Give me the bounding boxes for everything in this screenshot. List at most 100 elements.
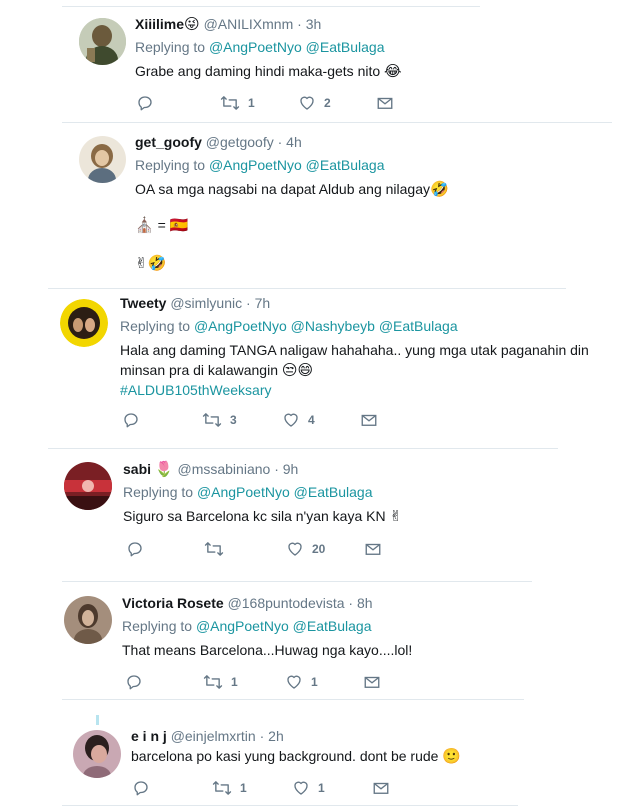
tweet-emoji: 😒😄 (281, 361, 314, 379)
retweet-button[interactable]: 3 (202, 410, 237, 430)
tweet-body: OA sa mga nagsabi na dapat Aldub ang nil… (135, 181, 430, 197)
reply-icon (134, 781, 148, 796)
hashtag-link[interactable]: #ALDUB105thWeeksary (120, 382, 271, 398)
like-count: 1 (318, 781, 325, 795)
mention-link[interactable]: @EatBulaga (294, 484, 373, 500)
tweet-emoji: 😂 (384, 62, 402, 80)
retweet-button[interactable]: 1 (220, 93, 255, 113)
separator-dot: · (259, 728, 265, 744)
mention-link[interactable]: @AngPoetNyo (209, 157, 302, 173)
user-handle[interactable]: @168puntodevista (228, 595, 345, 611)
user-handle[interactable]: @mssabiniano (177, 461, 270, 477)
dm-button[interactable] (364, 539, 382, 559)
tweet[interactable]: sabi 🌷 @mssabiniano · 9h Replying to @An… (0, 448, 630, 581)
replying-to: Replying to @AngPoetNyo @Nashybeyb @EatB… (120, 317, 610, 335)
retweet-count: 1 (248, 96, 255, 110)
dm-button[interactable] (372, 778, 390, 798)
retweet-button[interactable] (204, 539, 232, 559)
reply-icon (138, 96, 152, 111)
user-name[interactable]: e i n j (131, 728, 167, 744)
retweet-count: 1 (240, 781, 247, 795)
envelope-icon (377, 97, 393, 109)
retweet-button[interactable]: 1 (212, 778, 247, 798)
heart-icon (287, 675, 301, 689)
replying-to: Replying to @AngPoetNyo @EatBulaga (135, 156, 605, 174)
mention-link[interactable]: @EatBulaga (306, 39, 385, 55)
replying-label: Replying to (135, 39, 206, 55)
like-button[interactable]: 20 (286, 539, 325, 559)
separator-dot: · (348, 595, 354, 611)
tweet-actions: 20 (126, 539, 396, 559)
tweet-emoji: 🤣 (430, 180, 449, 198)
tweet-actions: 1 1 (132, 778, 402, 798)
tweet-text: barcelona po kasi yung background. dont … (131, 746, 611, 766)
retweet-count: 1 (231, 675, 238, 689)
avatar[interactable] (60, 299, 108, 347)
mention-link[interactable]: @AngPoetNyo (196, 618, 289, 634)
user-name[interactable]: Victoria Rosete (122, 595, 224, 611)
tweet[interactable]: e i n j @einjelmxrtin · 2h barcelona po … (0, 699, 630, 805)
avatar[interactable] (73, 730, 121, 778)
like-count: 20 (312, 542, 326, 556)
like-count: 1 (311, 675, 318, 689)
timestamp[interactable]: 2h (268, 728, 284, 744)
user-name[interactable]: get_goofy (135, 134, 202, 150)
like-button[interactable]: 1 (285, 672, 318, 692)
reply-icon (128, 542, 142, 557)
dm-button[interactable] (376, 93, 394, 113)
user-handle[interactable]: @einjelmxrtin (171, 728, 256, 744)
avatar[interactable] (79, 136, 126, 183)
mention-link[interactable]: @EatBulaga (293, 618, 372, 634)
avatar[interactable] (79, 18, 126, 65)
timestamp[interactable]: 3h (306, 16, 322, 32)
user-handle[interactable]: @simlyunic (170, 295, 242, 311)
timestamp[interactable]: 8h (357, 595, 373, 611)
tweet-emoji: ✌ (389, 507, 403, 525)
mention-link[interactable]: @AngPoetNyo (209, 39, 302, 55)
user-handle[interactable]: @getgoofy (206, 134, 274, 150)
reply-button[interactable] (125, 672, 143, 692)
heart-icon (288, 542, 302, 556)
tweet[interactable]: get_goofy @getgoofy · 4h Replying to @An… (0, 122, 630, 288)
reply-button[interactable] (122, 410, 140, 430)
mention-link[interactable]: @EatBulaga (306, 157, 385, 173)
reply-button[interactable] (126, 539, 144, 559)
timestamp[interactable]: 7h (255, 295, 271, 311)
retweet-icon (220, 96, 240, 110)
flag-emoji: 🇪🇸 (169, 216, 189, 234)
replying-label: Replying to (135, 157, 206, 173)
avatar[interactable] (64, 462, 112, 510)
mention-link[interactable]: @EatBulaga (379, 318, 458, 334)
mention-link[interactable]: @Nashybeyb (291, 318, 375, 334)
retweet-button[interactable]: 1 (203, 672, 238, 692)
tweet[interactable]: Tweety @simlyunic · 7h Replying to @AngP… (0, 288, 630, 448)
thread-line (96, 715, 99, 725)
like-button[interactable]: 2 (298, 93, 331, 113)
tweet-hashtag-line: #ALDUB105thWeeksary (120, 380, 610, 400)
dm-button[interactable] (363, 672, 381, 692)
heart-icon (294, 781, 308, 795)
like-button[interactable]: 1 (292, 778, 325, 798)
tweet-text: That means Barcelona...Huwag nga kayo...… (122, 640, 602, 660)
envelope-icon (365, 543, 381, 555)
tweet[interactable]: Xiiilime😜 @ANILIXmnm · 3h Replying to @A… (0, 0, 630, 122)
user-name[interactable]: sabi (123, 461, 151, 477)
user-handle[interactable]: @ANILIXmnm (204, 16, 294, 32)
avatar[interactable] (64, 596, 112, 644)
tweet[interactable]: Victoria Rosete @168puntodevista · 8h Re… (0, 581, 630, 699)
tweet-text-line: ⛪ = 🇪🇸 (135, 215, 605, 235)
separator-dot: · (297, 16, 302, 32)
like-button[interactable]: 4 (282, 410, 315, 430)
mention-link[interactable]: @AngPoetNyo (197, 484, 290, 500)
mention-link[interactable]: @AngPoetNyo (194, 318, 287, 334)
reply-button[interactable] (136, 93, 154, 113)
timestamp[interactable]: 4h (286, 134, 302, 150)
timestamp[interactable]: 9h (283, 461, 299, 477)
dm-button[interactable] (360, 410, 378, 430)
heart-icon (300, 96, 314, 110)
user-name[interactable]: Tweety (120, 295, 166, 311)
separator-dot: · (274, 461, 279, 477)
name-emoji: 🌷 (154, 460, 174, 478)
reply-button[interactable] (132, 778, 150, 798)
user-name[interactable]: Xiiilime (135, 16, 184, 32)
